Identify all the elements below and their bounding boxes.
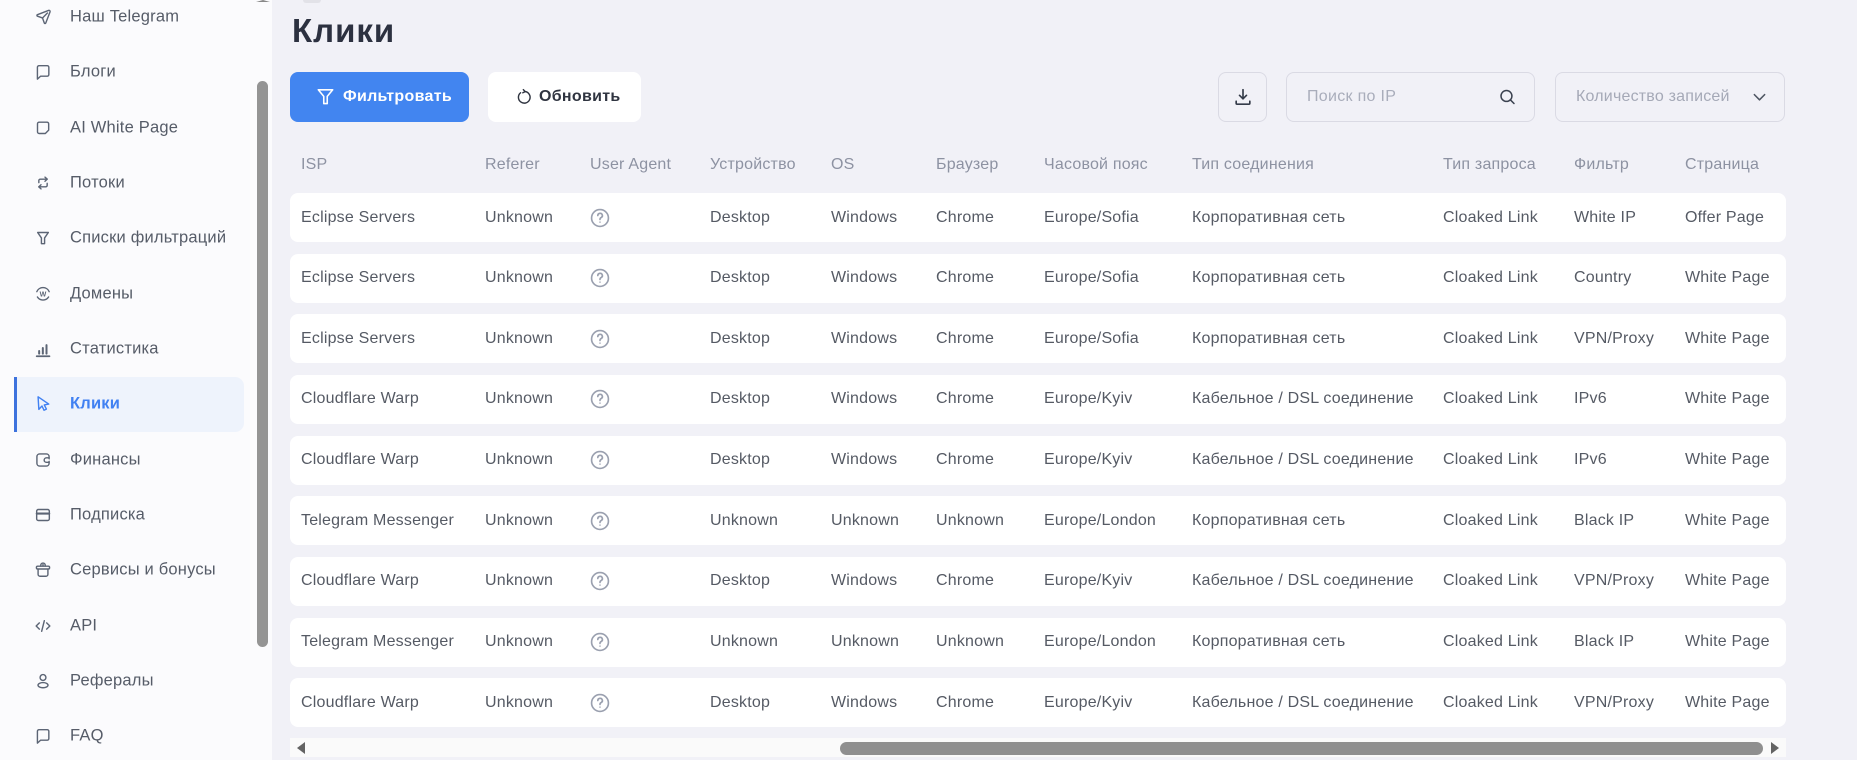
svg-text:W: W [40,290,47,298]
